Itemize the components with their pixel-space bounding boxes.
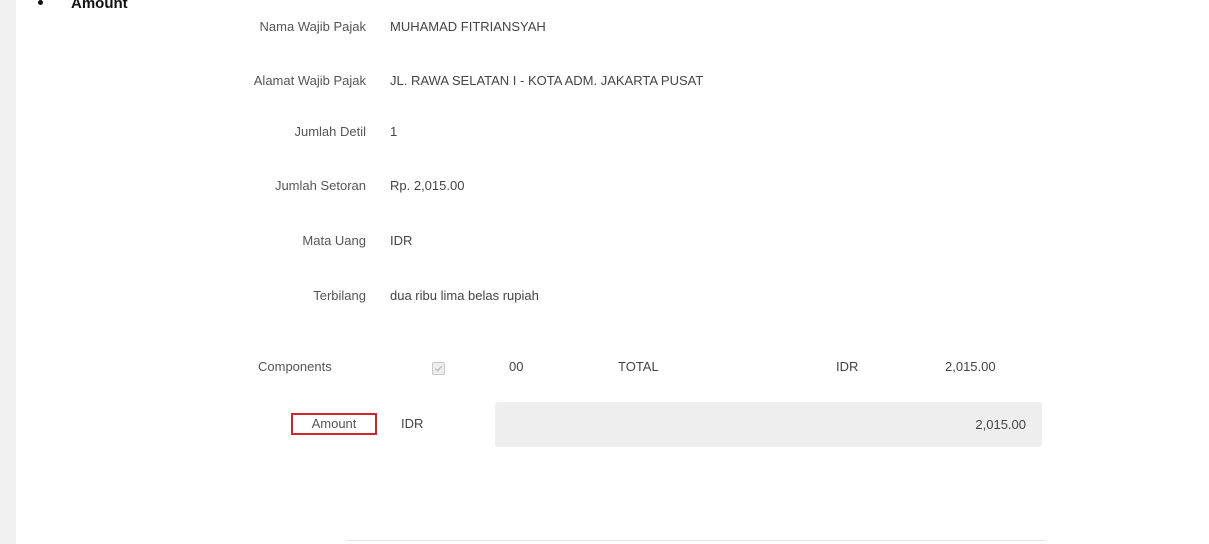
- left-margin-strip: [0, 0, 16, 544]
- field-value-alamat-wajib-pajak: JL. RAWA SELATAN I - KOTA ADM. JAKARTA P…: [390, 73, 704, 88]
- field-label-jumlah-detil: Jumlah Detil: [294, 124, 366, 139]
- amount-field[interactable]: [495, 402, 1042, 447]
- field-label-terbilang: Terbilang: [313, 288, 366, 303]
- component-name: TOTAL: [618, 359, 659, 374]
- amount-currency: IDR: [401, 416, 424, 431]
- components-label: Components: [258, 359, 332, 374]
- field-label-alamat-wajib-pajak: Alamat Wajib Pajak: [253, 73, 366, 88]
- component-code: 00: [509, 359, 524, 374]
- field-value-nama-wajib-pajak: MUHAMAD FITRIANSYAH: [390, 19, 546, 34]
- field-value-jumlah-detil: 1: [390, 124, 398, 139]
- field-value-mata-uang: IDR: [390, 233, 413, 248]
- field-label-nama-wajib-pajak: Nama Wajib Pajak: [259, 19, 366, 34]
- field-label-mata-uang: Mata Uang: [302, 233, 366, 248]
- component-currency: IDR: [836, 359, 859, 374]
- document-bullet-heading: Amount: [38, 0, 128, 12]
- component-checkbox[interactable]: [432, 362, 445, 375]
- checkmark-icon: [435, 365, 443, 372]
- field-label-jumlah-setoran: Jumlah Setoran: [274, 178, 366, 193]
- document-heading-text: Amount: [71, 0, 128, 12]
- component-amount: 2,015.00: [945, 359, 996, 374]
- bottom-divider: [346, 540, 1046, 541]
- amount-label: Amount: [291, 413, 377, 435]
- bullet-icon: [38, 0, 43, 5]
- field-value-jumlah-setoran: Rp. 2,015.00: [390, 178, 465, 193]
- field-value-terbilang: dua ribu lima belas rupiah: [390, 288, 539, 303]
